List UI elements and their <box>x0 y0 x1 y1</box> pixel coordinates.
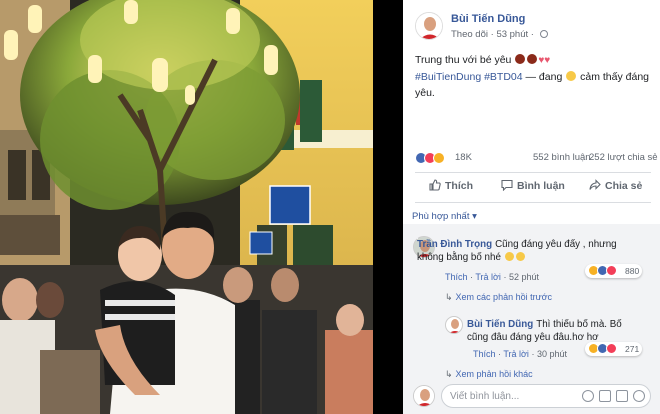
reply-links: Thích · Trả lời · 30 phút <box>473 349 567 359</box>
reply-reactions[interactable]: 271 <box>585 342 643 356</box>
comment-input[interactable]: Viết bình luận... <box>441 384 651 408</box>
globe-icon <box>539 30 548 38</box>
viewer-gap <box>373 0 403 414</box>
comment-links: Thích · Trả lời · 52 phút <box>445 272 539 282</box>
like-icon <box>429 179 441 191</box>
comment-time[interactable]: 52 phút <box>509 272 539 282</box>
feeling-text: cảm thấy đáng <box>580 71 650 83</box>
divider <box>415 172 651 173</box>
comment-body: Trần Đình Trọng Cũng đáng yêu đấy , nhưng… <box>417 238 643 264</box>
author-name[interactable]: Bùi Tiến Dũng <box>451 13 525 25</box>
post-panel: Bùi Tiến Dũng Theo dõi · 53 phút · Trung… <box>403 0 660 414</box>
feeling-text-line2: yêu. <box>415 87 435 99</box>
emoji-icon[interactable] <box>582 390 594 402</box>
hashtags[interactable]: #BuiTienDung #BTD04 <box>415 71 523 83</box>
comment-composer: Viết bình luận... <box>403 379 660 414</box>
meta-dot: · <box>530 29 537 40</box>
reply-author[interactable]: Bùi Tiến Dũng <box>467 319 533 330</box>
reactions-count[interactable]: 18K <box>455 152 472 163</box>
divider <box>415 202 651 203</box>
my-avatar <box>413 385 435 407</box>
camera-icon[interactable] <box>599 390 611 402</box>
reply-arrow-icon: ↳ <box>445 369 453 379</box>
love-reaction-icon <box>606 265 617 276</box>
reply-reply-link[interactable]: Trả lời <box>503 349 529 359</box>
comments-count[interactable]: 552 bình luận <box>533 152 591 163</box>
reply-like-link[interactable]: Thích <box>473 349 496 359</box>
action-bar: Thích Bình luận Chia sẻ <box>415 175 651 199</box>
comment-like-link[interactable]: Thích <box>445 272 468 282</box>
comment-placeholder: Viết bình luận... <box>450 391 520 402</box>
comment-label: Bình luận <box>517 180 565 192</box>
gif-icon[interactable] <box>616 390 628 402</box>
share-label: Chia sẻ <box>605 180 643 192</box>
comment-author[interactable]: Trần Đình Trọng <box>417 239 492 250</box>
share-button[interactable]: Chia sẻ <box>589 179 642 192</box>
heart-icon: ♥ <box>544 55 551 66</box>
reply-reaction-count: 271 <box>625 344 640 354</box>
post-header: Bùi Tiến Dũng Theo dõi · 53 phút · <box>415 12 655 42</box>
comment-reactions[interactable]: 880 <box>585 264 643 278</box>
like-label: Thích <box>445 180 473 192</box>
heart-eyes-emoji-icon <box>515 252 525 261</box>
shares-count[interactable]: 252 lượt chia sẻ <box>589 152 658 163</box>
share-icon <box>589 179 601 190</box>
post-photo[interactable] <box>0 0 373 414</box>
reply-arrow-icon: ↳ <box>445 292 453 302</box>
post-text-line1: Trung thu với bé yêu <box>415 54 512 66</box>
haha-reaction-icon <box>433 152 445 164</box>
lantern-emoji-icon <box>515 54 526 64</box>
sticker-icon[interactable] <box>633 390 645 402</box>
like-button[interactable]: Thích <box>429 179 473 192</box>
love-reaction-icon <box>606 343 617 354</box>
feeling-prefix: — đang <box>525 71 563 83</box>
view-more-replies-label: Xem phản hồi khác <box>455 369 533 379</box>
post-time[interactable]: 53 phút <box>496 29 528 40</box>
comment-reaction-count: 880 <box>625 266 640 276</box>
photo-scene <box>0 0 373 414</box>
post-meta: Theo dõi · 53 phút · <box>451 29 548 40</box>
comment-icon <box>501 179 513 191</box>
reply-body: Bùi Tiến Dũng Thì thiếu bố mà. Bố cũng đâ… <box>467 318 645 344</box>
comment-reply-link[interactable]: Trả lời <box>475 272 501 282</box>
author-avatar[interactable] <box>415 12 443 40</box>
comment-sort-dropdown[interactable]: Phù hợp nhất ▾ <box>412 211 477 222</box>
reply-author-avatar[interactable] <box>445 316 463 334</box>
feeling-emoji-icon <box>566 71 577 81</box>
ok-hand-emoji-icon <box>504 252 514 261</box>
comment-button[interactable]: Bình luận <box>501 179 565 192</box>
lantern-emoji-icon <box>527 54 538 64</box>
view-previous-replies-label: Xem các phản hồi trước <box>455 292 553 302</box>
post-stats: 18K 552 bình luận 252 lượt chia sẻ <box>415 151 658 167</box>
view-previous-replies[interactable]: ↳ Xem các phản hồi trước <box>445 292 552 303</box>
comments-area: Trần Đình Trọng Cũng đáng yêu đấy , nhưng… <box>403 224 660 379</box>
follow-link[interactable]: Theo dõi <box>451 29 488 40</box>
post-text: Trung thu với bé yêu ♥♥ #BuiTienDung #BT… <box>415 52 653 101</box>
reply-time[interactable]: 30 phút <box>537 349 567 359</box>
